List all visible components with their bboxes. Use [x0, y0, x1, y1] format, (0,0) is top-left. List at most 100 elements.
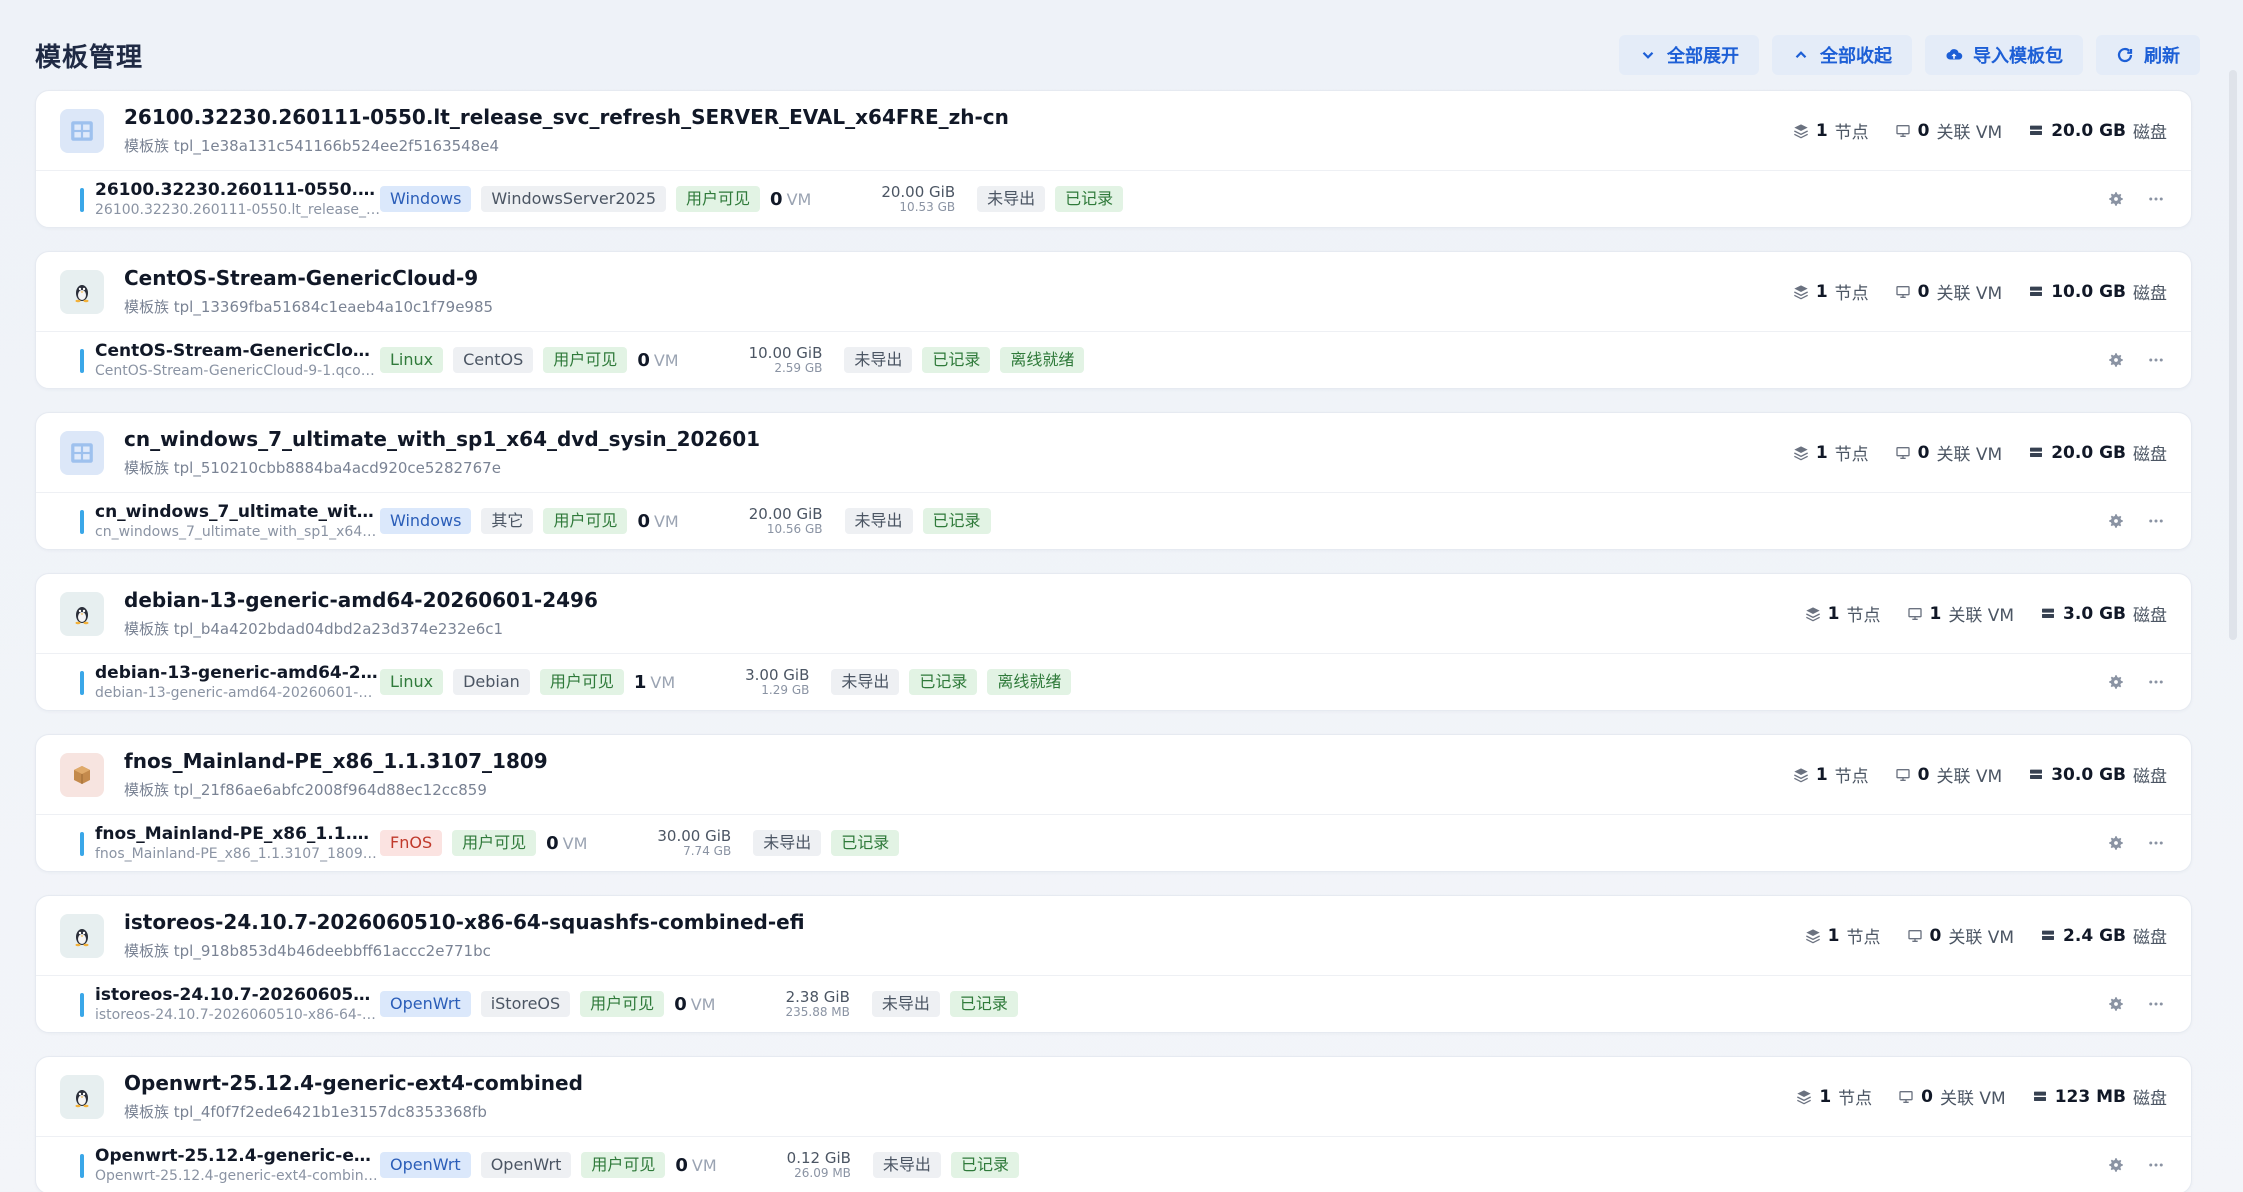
template-stats: 1 节点 0 关联 VM 10.0 GB 磁盘 [1793, 279, 2167, 304]
node-count: 1 节点 [1793, 279, 1869, 304]
template-header[interactable]: fnos_Mainland-PE_x86_1.1.3107_1809 模板族 tp… [36, 735, 2191, 815]
settings-button[interactable] [2107, 673, 2125, 691]
monitor-icon [1899, 1090, 1913, 1103]
template-card: cn_windows_7_ultimate_with_sp1_x64_dvd_s… [35, 412, 2192, 550]
version-row[interactable]: 26100.32230.260111-0550.lt_re... 26100.32… [36, 171, 2191, 227]
more-button[interactable] [2147, 512, 2165, 530]
version-tags: Linux Debian 用户可见 1 VM 3.00 GiB 1.29 GB 未导出 已记录离… [380, 667, 2107, 697]
layers-icon [1805, 606, 1820, 621]
more-icon [2149, 1002, 2163, 1006]
template-header[interactable]: 26100.32230.260111-0550.lt_release_svc_r… [36, 91, 2191, 171]
refresh-button[interactable]: 刷新 [2096, 35, 2200, 75]
template-title-block: fnos_Mainland-PE_x86_1.1.3107_1809 模板族 tp… [124, 749, 1793, 800]
status-badge: 未导出 [872, 1152, 941, 1178]
more-button[interactable] [2147, 351, 2165, 369]
version-name: cn_windows_7_ultimate_with_s... [95, 502, 380, 522]
version-indicator-bar [80, 671, 84, 695]
disk-size: 20.0 GB 磁盘 [2028, 118, 2167, 143]
version-row[interactable]: Openwrt-25.12.4-generic-ext4-... Openwrt-… [36, 1137, 2191, 1192]
version-row[interactable]: debian-13-generic-amd64-202... debian-13-… [36, 654, 2191, 710]
more-button[interactable] [2147, 190, 2165, 208]
linux-icon [60, 1074, 104, 1119]
version-row[interactable]: istoreos-24.10.7-2026060510-x... istoreos… [36, 976, 2191, 1032]
template-header[interactable]: Openwrt-25.12.4-generic-ext4-combined 模板族… [36, 1057, 2191, 1137]
collapse-all-button[interactable]: 全部收起 [1772, 35, 1912, 75]
vm-count: 0 关联 VM [1895, 440, 2002, 465]
windows-icon [60, 430, 104, 475]
disk-size-label: 磁盘 [2133, 1089, 2167, 1109]
version-size: 20.00 GiB 10.56 GB [749, 506, 823, 536]
version-file: 26100.32230.260111-0550.lt_release_sv... [95, 202, 380, 218]
status-badge: 未导出 [831, 669, 900, 695]
node-count-value: 1 [1815, 764, 1828, 785]
tag-badge: 用户可见 [452, 830, 537, 856]
version-row[interactable]: CentOS-Stream-GenericCloud-9 CentOS-Strea… [36, 332, 2191, 388]
version-tags: OpenWrt OpenWrt 用户可见 0 VM 0.12 GiB 26.09 MB 未导出… [380, 1150, 2107, 1180]
linux-icon [60, 269, 104, 314]
template-family-id: 模板族 tpl_b4a4202bdad04dbd2a23d374e232e6c1 [124, 620, 504, 638]
template-header[interactable]: CentOS-Stream-GenericCloud-9 模板族 tpl_1336… [36, 252, 2191, 332]
vm-count-label: 关联 VM [1948, 928, 2015, 948]
template-header[interactable]: istoreos-24.10.7-2026060510-x86-64-squas… [36, 896, 2191, 976]
status-badge: 离线就绪 [1000, 347, 1085, 373]
version-indicator-bar [80, 832, 84, 856]
more-icon [2149, 358, 2163, 362]
template-family-id: 模板族 tpl_13369fba51684c1eaeb4a10c1f79e985 [124, 298, 494, 316]
more-button[interactable] [2147, 995, 2165, 1013]
version-row[interactable]: cn_windows_7_ultimate_with_s... cn_window… [36, 493, 2191, 549]
version-actions [2107, 190, 2165, 208]
version-vm-count: 0 VM [770, 189, 811, 210]
layers-icon [1793, 767, 1808, 782]
template-name: debian-13-generic-amd64-20260601-2496 [124, 588, 598, 612]
disk-size-label: 磁盘 [2133, 928, 2167, 948]
version-vm-unit: VM [650, 672, 676, 692]
vm-count-value: 0 [1917, 442, 1930, 463]
settings-button[interactable] [2107, 512, 2125, 530]
more-button[interactable] [2147, 1156, 2165, 1174]
vm-count: 0 关联 VM [1907, 923, 2015, 948]
node-count-label: 节点 [1846, 928, 1881, 948]
settings-button[interactable] [2107, 834, 2125, 852]
version-size: 20.00 GiB 10.53 GB [881, 184, 955, 214]
template-stats: 1 节点 0 关联 VM 30.0 GB 磁盘 [1793, 762, 2167, 787]
more-button[interactable] [2147, 673, 2165, 691]
template-family-id: 模板族 tpl_510210cbb8884ba4acd920ce5282767e [124, 459, 501, 477]
version-indicator-bar [80, 510, 84, 534]
template-name: istoreos-24.10.7-2026060510-x86-64-squas… [124, 910, 805, 934]
template-header[interactable]: debian-13-generic-amd64-20260601-2496 模板族… [36, 574, 2191, 654]
virtual-size: 20.00 GiB [748, 505, 823, 524]
import-template-button[interactable]: 导入模板包 [1925, 35, 2083, 75]
actual-size: 10.56 GB [766, 521, 823, 536]
disk-icon [2030, 769, 2043, 779]
expand-all-button[interactable]: 全部展开 [1619, 35, 1759, 75]
version-vm-count: 0 VM [637, 350, 678, 371]
settings-button[interactable] [2107, 190, 2125, 208]
version-info: istoreos-24.10.7-2026060510-x... istoreos… [95, 985, 380, 1023]
template-card: 26100.32230.260111-0550.lt_release_svc_r… [35, 90, 2192, 228]
virtual-size: 2.38 GiB [785, 988, 850, 1007]
vm-count-label: 关联 VM [1948, 606, 2015, 626]
scrollbar[interactable] [2229, 70, 2237, 640]
version-tags: OpenWrt iStoreOS 用户可见 0 VM 2.38 GiB 235.88 MB 未… [380, 989, 2107, 1019]
settings-button[interactable] [2107, 995, 2125, 1013]
vm-count-value: 1 [1929, 603, 1942, 624]
version-info: 26100.32230.260111-0550.lt_re... 26100.32… [95, 180, 380, 218]
tag-badge: OpenWrt [480, 1152, 572, 1178]
disk-size-label: 磁盘 [2133, 284, 2167, 304]
monitor-icon [1896, 446, 1910, 459]
disk-size-label: 磁盘 [2133, 445, 2167, 465]
settings-button[interactable] [2107, 1156, 2125, 1174]
template-stats: 1 节点 0 关联 VM 2.4 GB 磁盘 [1805, 923, 2167, 948]
template-management-page: 模板管理 全部展开 全部收起 导入模板包 刷新 26100.32230.2601… [0, 0, 2243, 1192]
layers-icon [1793, 123, 1808, 138]
virtual-size: 0.12 GiB [786, 1149, 851, 1168]
template-name: fnos_Mainland-PE_x86_1.1.3107_1809 [124, 749, 548, 773]
more-button[interactable] [2147, 834, 2165, 852]
version-row[interactable]: fnos_Mainland-PE_x86_1.1.310... fnos_Main… [36, 815, 2191, 871]
vm-count-value: 0 [1921, 1086, 1934, 1107]
node-count-label: 节点 [1834, 445, 1869, 465]
template-family-id: 模板族 tpl_4f0f7f2ede6421b1e3157dc8353368fb [124, 1103, 487, 1121]
disk-size-value: 10.0 GB [2051, 281, 2126, 302]
template-header[interactable]: cn_windows_7_ultimate_with_sp1_x64_dvd_s… [36, 413, 2191, 493]
settings-button[interactable] [2107, 351, 2125, 369]
